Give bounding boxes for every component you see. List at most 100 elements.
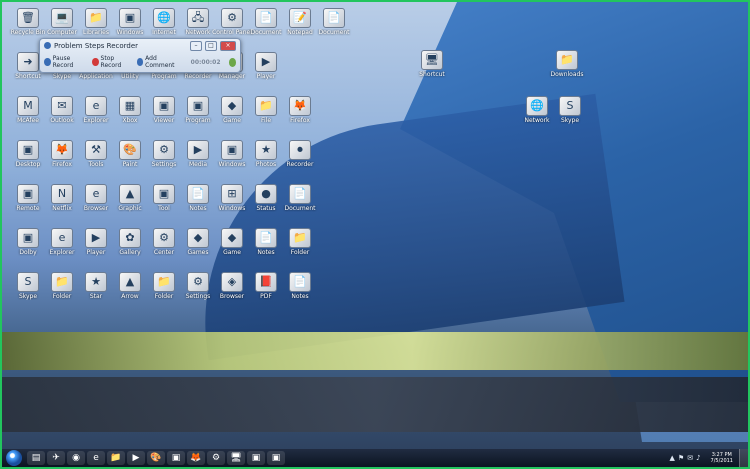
desktop-icon-label: Firefox bbox=[290, 117, 310, 124]
desktop-icon-image: 📄 bbox=[255, 8, 277, 28]
desktop-icon[interactable]: 📁 Folder bbox=[280, 228, 320, 256]
tray-icon[interactable]: ♪ bbox=[696, 454, 700, 462]
desktop-icon[interactable]: ▶ Player bbox=[246, 52, 286, 80]
psr-app-icon bbox=[44, 42, 51, 49]
psr-title: Problem Steps Recorder bbox=[54, 41, 139, 50]
desktop-icon-image: 📄 bbox=[187, 184, 209, 204]
desktop-icon-image: 🖥 bbox=[421, 50, 443, 70]
record-timer: 00:00:02 bbox=[190, 58, 221, 66]
tray-icon[interactable]: ▲ bbox=[670, 454, 675, 462]
help-icon[interactable] bbox=[228, 57, 236, 67]
desktop-icon-image: ✿ bbox=[119, 228, 141, 248]
desktop-icon-image: 📁 bbox=[153, 272, 175, 292]
desktop-icon-image: 💻 bbox=[51, 8, 73, 28]
taskbar-app-button[interactable]: ▣ bbox=[267, 451, 285, 465]
taskbar-app-button[interactable]: ✈ bbox=[47, 451, 65, 465]
stop-record-button[interactable]: Stop Record bbox=[91, 55, 131, 69]
desktop-icon-image: ▣ bbox=[119, 8, 141, 28]
comment-icon bbox=[136, 58, 144, 66]
clock-date: 7/5/2011 bbox=[710, 458, 733, 464]
psr-toolbar: Pause Record Stop Record Add Comment 00:… bbox=[44, 54, 236, 70]
wallpaper-dark-band bbox=[2, 377, 748, 432]
taskbar-app-button[interactable]: e bbox=[87, 451, 105, 465]
minimize-button[interactable]: – bbox=[190, 40, 202, 51]
desktop-icon[interactable]: 📄 Notes bbox=[280, 272, 320, 300]
taskbar-app-button[interactable]: ▣ bbox=[247, 451, 265, 465]
desktop-icon-image: 📁 bbox=[556, 50, 578, 70]
show-desktop-button[interactable] bbox=[739, 449, 748, 467]
taskbar-app-button[interactable]: 🖥 bbox=[227, 451, 245, 465]
maximize-button[interactable]: □ bbox=[205, 40, 217, 51]
desktop-icon[interactable]: 🖥 Shortcut bbox=[412, 50, 452, 78]
taskbar-app-button[interactable]: ▣ bbox=[167, 451, 185, 465]
desktop-icon-image: ▶ bbox=[187, 140, 209, 160]
desktop-icon-image: ➜ bbox=[17, 52, 39, 72]
desktop-icon-image: ▣ bbox=[17, 184, 39, 204]
problem-steps-recorder-window[interactable]: Problem Steps Recorder – □ × Pause Recor… bbox=[39, 38, 241, 73]
taskbar-app-button[interactable]: 🎨 bbox=[147, 451, 165, 465]
tray-icon[interactable]: ⚑ bbox=[678, 454, 684, 462]
desktop-icon[interactable]: 📄 Document bbox=[314, 8, 354, 36]
desktop-icon-image: 📄 bbox=[323, 8, 345, 28]
desktop-icon-image: ▶ bbox=[85, 228, 107, 248]
desktop-icon-image: ▲ bbox=[119, 184, 141, 204]
desktop-icon-image: ▦ bbox=[119, 96, 141, 116]
taskbar-app-button[interactable]: ▤ bbox=[27, 451, 45, 465]
desktop-icon-image: e bbox=[51, 228, 73, 248]
desktop-icon-image: 📕 bbox=[255, 272, 277, 292]
desktop-icon-image: 🌐 bbox=[153, 8, 175, 28]
desktop-icon[interactable]: SSkype bbox=[550, 96, 590, 124]
desktop-icon-image: ▣ bbox=[17, 228, 39, 248]
taskbar: ▤ ✈ ◉ e 📁 ▶ 🎨 ▣ 🦊 ⚙ 🖥 ▣ ▣ ▲ ⚑ ✉ ♪ 3:27 PM 7/5/2011 bbox=[2, 449, 748, 467]
desktop-icon-image: ▶ bbox=[255, 52, 277, 72]
desktop-icon-image: 📄 bbox=[289, 272, 311, 292]
desktop-icon-image: N bbox=[51, 184, 73, 204]
desktop-icon-image: ★ bbox=[85, 272, 107, 292]
desktop-icon-label: Skype bbox=[560, 117, 580, 124]
desktop-icon-image: 🌐 bbox=[526, 96, 548, 116]
desktop-screen: 🗑 Recycle Bin 💻 Computer 📁 Libraries ▣ Windows 🌐… bbox=[0, 0, 750, 469]
desktop-icon[interactable]: ⏺Recorder bbox=[280, 140, 320, 168]
taskbar-app-button[interactable]: 🦊 bbox=[187, 451, 205, 465]
desktop-icon[interactable]: 🦊 Firefox bbox=[280, 96, 320, 124]
taskbar-app-button[interactable]: ◉ bbox=[67, 451, 85, 465]
desktop-icon-image: ▣ bbox=[221, 140, 243, 160]
desktop-icon-image: ▲ bbox=[119, 272, 141, 292]
desktop-icon-image: ⊞ bbox=[221, 184, 243, 204]
start-button[interactable] bbox=[6, 450, 22, 466]
desktop-icon-image: ◆ bbox=[187, 228, 209, 248]
taskbar-app-button[interactable]: ▶ bbox=[127, 451, 145, 465]
pause-record-button[interactable]: Pause Record bbox=[44, 55, 86, 69]
desktop-icon-image: e bbox=[85, 184, 107, 204]
taskbar-app-button[interactable]: ⚙ bbox=[207, 451, 225, 465]
desktop-icon-label: Folder bbox=[290, 249, 310, 256]
pause-icon bbox=[44, 58, 51, 66]
desktop-icon-image: S bbox=[17, 272, 39, 292]
desktop-icon-image: ▣ bbox=[187, 96, 209, 116]
desktop-icon-image: 📁 bbox=[51, 272, 73, 292]
psr-titlebar[interactable]: Problem Steps Recorder – □ × bbox=[40, 39, 240, 52]
add-comment-button[interactable]: Add Comment bbox=[136, 55, 181, 69]
desktop-icon-image: ⚙ bbox=[221, 8, 243, 28]
desktop-icon-image: ⏺ bbox=[289, 140, 311, 160]
desktop-icon-image: ⚙ bbox=[187, 272, 209, 292]
desktop-icon-image: 🗑 bbox=[17, 8, 39, 28]
desktop-icon-image: ▣ bbox=[153, 96, 175, 116]
clock[interactable]: 3:27 PM 7/5/2011 bbox=[711, 452, 733, 464]
desktop-icon-label: Player bbox=[256, 73, 276, 80]
desktop-icon-label: Document bbox=[284, 205, 316, 212]
desktop-icon-image: 📁 bbox=[255, 96, 277, 116]
desktop-icon-image: S bbox=[559, 96, 581, 116]
desktop-icon-image: ◆ bbox=[221, 228, 243, 248]
wallpaper-curve bbox=[179, 93, 625, 361]
taskbar-app-button[interactable]: 📁 bbox=[107, 451, 125, 465]
desktop-icon[interactable]: 📄 Document bbox=[280, 184, 320, 212]
desktop-icon-image: 📄 bbox=[255, 228, 277, 248]
desktop-icon-image: ◈ bbox=[221, 272, 243, 292]
desktop-icon[interactable]: 📁 Downloads bbox=[547, 50, 587, 78]
tray-icon[interactable]: ✉ bbox=[687, 454, 693, 462]
desktop-icon-image: ⚙ bbox=[153, 228, 175, 248]
desktop-icon-label: Downloads bbox=[550, 71, 584, 78]
desktop-icon-image: ✉ bbox=[51, 96, 73, 116]
close-button[interactable]: × bbox=[220, 40, 236, 51]
